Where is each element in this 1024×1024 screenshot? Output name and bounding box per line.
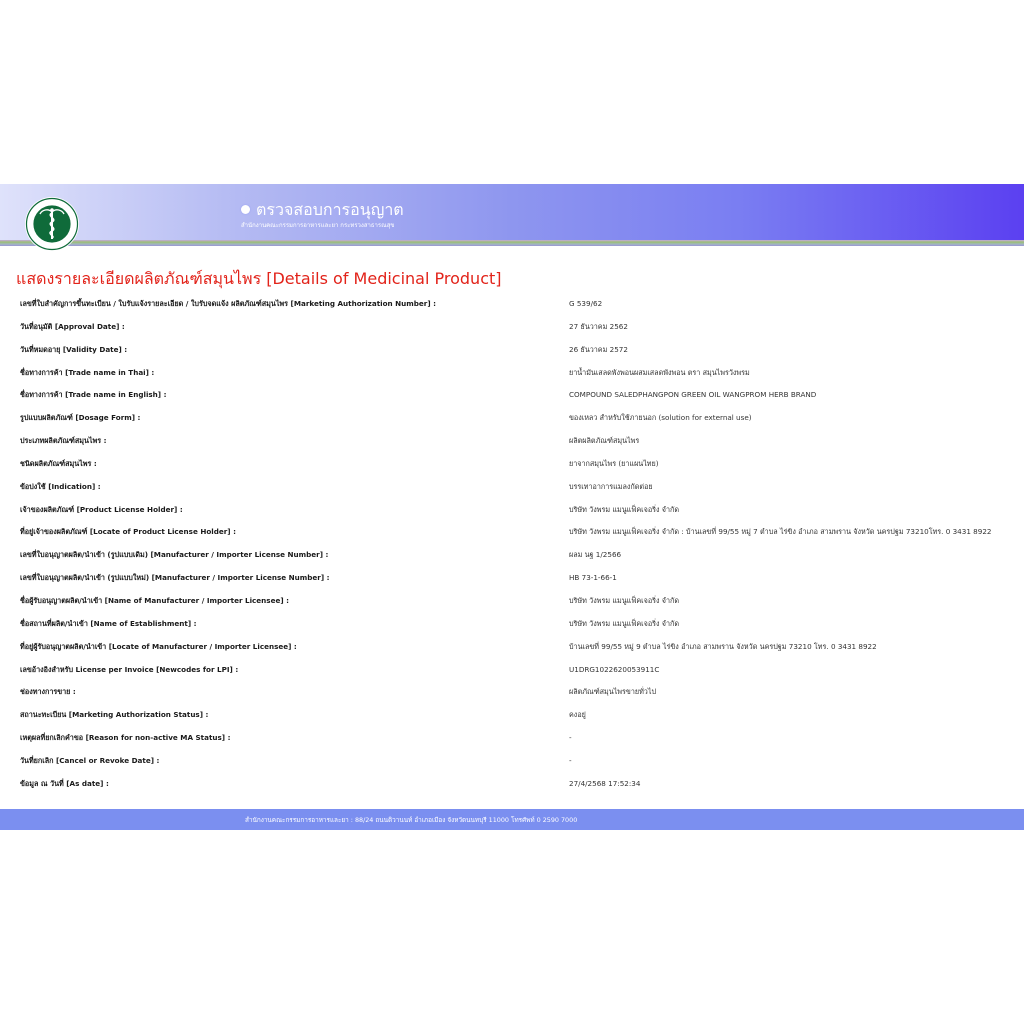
detail-label: วันที่หมดอายุ [Validity Date] : xyxy=(20,344,128,354)
footer-address: สำนักงานคณะกรรมการอาหารและยา : 88/24 ถนน… xyxy=(245,816,578,824)
detail-label: เหตุผลที่ยกเลิกคำขอ [Reason for non-acti… xyxy=(20,733,231,743)
detail-value: บริษัท วังพรม แมนูแฟ็คเจอริ่ง จำกัด xyxy=(569,618,680,628)
detail-row-sales-channel: ช่องทางการขาย : ผลิตภัณฑ์สมุนไพรขายทั่วไ… xyxy=(20,684,1024,707)
detail-row-trade-name-thai: ชื่อทางการค้า [Trade name in Thai] : ยาน… xyxy=(20,365,1024,388)
detail-row-product-category: ประเภทผลิตภัณฑ์สมุนไพร : ผลิตผลิตภัณฑ์สม… xyxy=(20,433,1024,456)
detail-label: วันที่ยกเลิก [Cancel or Revoke Date] : xyxy=(20,755,160,765)
detail-row-indication: ข้อบ่งใช้ [Indication] : บรรเทาอาการแมลง… xyxy=(20,479,1024,502)
page: ตรวจสอบการอนุญาต สำนักงานคณะกรรมการอาหาร… xyxy=(0,0,1024,1024)
detail-label: ชื่อทางการค้า [Trade name in English] : xyxy=(20,390,167,400)
detail-row-dosage-form: รูปแบบผลิตภัณฑ์ [Dosage Form] : ของเหลว … xyxy=(20,410,1024,433)
header-subtitle: สำนักงานคณะกรรมการอาหารและยา กระทรวงสาธา… xyxy=(241,222,395,229)
page-title: แสดงรายละเอียดผลิตภัณฑ์สมุนไพร [Details … xyxy=(16,269,502,288)
detail-row-lpi-code: เลขอ้างอิงสำหรับ License per Invoice [Ne… xyxy=(20,662,1024,685)
detail-label: ข้อมูล ณ วันที่ [As date] : xyxy=(20,778,109,788)
detail-value: - xyxy=(569,755,572,765)
detail-row-license-holder-address: ที่อยู่เจ้าของผลิตภัณฑ์ [Locate of Produ… xyxy=(20,524,1024,547)
detail-value: COMPOUND SALEDPHANGPON GREEN OIL WANGPRO… xyxy=(569,390,817,400)
header-banner xyxy=(0,184,1024,242)
detail-label: ที่อยู่ผู้รับอนุญาตผลิต/นำเข้า [Locate o… xyxy=(20,641,297,651)
detail-row-license-number-new: เลขที่ใบอนุญาตผลิต/นำเข้า (รูปแบบใหม่) [… xyxy=(20,570,1024,593)
detail-row-product-type: ชนิดผลิตภัณฑ์สมุนไพร : ยาจากสมุนไพร (ยาแ… xyxy=(20,456,1024,479)
detail-label: ข้อบ่งใช้ [Indication] : xyxy=(20,481,101,491)
detail-value: ยาน้ำมันเสลดพังพอนผสมเสลดพังพอน ตรา สมุน… xyxy=(569,367,750,377)
detail-label: สถานะทะเบียน [Marketing Authorization St… xyxy=(20,710,209,720)
ministry-seal-icon xyxy=(25,197,79,251)
detail-row-validity-date: วันที่หมดอายุ [Validity Date] : 26 ธันวา… xyxy=(20,342,1024,365)
detail-value: บริษัท วังพรม แมนูแฟ็คเจอริ่ง จำกัด xyxy=(569,504,680,514)
detail-row-license-holder: เจ้าของผลิตภัณฑ์ [Product License Holder… xyxy=(20,502,1024,525)
detail-row-approval-date: วันที่อนุมัติ [Approval Date] : 27 ธันวา… xyxy=(20,319,1024,342)
detail-row-establishment-name: ชื่อสถานที่ผลิต/นำเข้า [Name of Establis… xyxy=(20,616,1024,639)
detail-value: บริษัท วังพรม แมนูแฟ็คเจอริ่ง จำกัด : บ้… xyxy=(569,527,992,537)
detail-value: ผลิตผลิตภัณฑ์สมุนไพร xyxy=(569,436,640,446)
detail-value: ผลิตภัณฑ์สมุนไพรขายทั่วไป xyxy=(569,687,657,697)
detail-label: ชื่อสถานที่ผลิต/นำเข้า [Name of Establis… xyxy=(20,618,197,628)
detail-label: ประเภทผลิตภัณฑ์สมุนไพร : xyxy=(20,436,107,446)
detail-label: ชนิดผลิตภัณฑ์สมุนไพร : xyxy=(20,458,97,468)
detail-row-trade-name-english: ชื่อทางการค้า [Trade name in English] : … xyxy=(20,387,1024,410)
detail-label: เลขอ้างอิงสำหรับ License per Invoice [Ne… xyxy=(20,664,239,674)
detail-label: ชื่อทางการค้า [Trade name in Thai] : xyxy=(20,367,155,377)
detail-value: G 539/62 xyxy=(569,299,603,308)
detail-label: ชื่อผู้รับอนุญาตผลิต/นำเข้า [Name of Man… xyxy=(20,595,289,605)
header-title[interactable]: ตรวจสอบการอนุญาต xyxy=(256,200,404,220)
detail-label: รูปแบบผลิตภัณฑ์ [Dosage Form] : xyxy=(20,413,141,423)
detail-value: ยาจากสมุนไพร (ยาแผนไทย) xyxy=(569,458,659,468)
detail-value: U1DRG1022620053911C xyxy=(569,664,660,674)
detail-row-ma-status: สถานะทะเบียน [Marketing Authorization St… xyxy=(20,707,1024,730)
detail-label: เลขที่ใบสำคัญการขึ้นทะเบียน / ใบรับแจ้งร… xyxy=(20,299,437,308)
detail-value: 26 ธันวาคม 2572 xyxy=(569,344,628,354)
detail-row-license-number-old: เลขที่ใบอนุญาตผลิต/นำเข้า (รูปแบบเดิม) [… xyxy=(20,547,1024,570)
product-details-list: เลขที่ใบสำคัญการขึ้นทะเบียน / ใบรับแจ้งร… xyxy=(20,296,1024,799)
detail-label: วันที่อนุมัติ [Approval Date] : xyxy=(20,321,125,331)
detail-label: ที่อยู่เจ้าของผลิตภัณฑ์ [Locate of Produ… xyxy=(20,527,236,537)
detail-value: บรรเทาอาการแมลงกัดต่อย xyxy=(569,481,653,491)
detail-row-as-date: ข้อมูล ณ วันที่ [As date] : 27/4/2568 17… xyxy=(20,776,1024,799)
detail-value: ของเหลว สำหรับใช้ภายนอก (solution for ex… xyxy=(569,413,752,423)
detail-label: เจ้าของผลิตภัณฑ์ [Product License Holder… xyxy=(20,504,183,514)
detail-label: เลขที่ใบอนุญาตผลิต/นำเข้า (รูปแบบเดิม) [… xyxy=(20,550,329,560)
detail-value: 27/4/2568 17:52:34 xyxy=(569,778,641,788)
detail-value: HB 73-1-66-1 xyxy=(569,573,617,583)
detail-row-manufacturer-name: ชื่อผู้รับอนุญาตผลิต/นำเข้า [Name of Man… xyxy=(20,593,1024,616)
detail-row-cancel-reason: เหตุผลที่ยกเลิกคำขอ [Reason for non-acti… xyxy=(20,730,1024,753)
detail-value: บริษัท วังพรม แมนูแฟ็คเจอริ่ง จำกัด xyxy=(569,595,680,605)
detail-value: คงอยู่ xyxy=(569,710,586,720)
detail-row-manufacturer-address: ที่อยู่ผู้รับอนุญาตผลิต/นำเข้า [Locate o… xyxy=(20,639,1024,662)
header-divider xyxy=(0,240,1024,246)
detail-value: - xyxy=(569,733,572,743)
detail-label: ช่องทางการขาย : xyxy=(20,687,76,697)
header-bullet-icon xyxy=(241,205,250,214)
detail-value: บ้านเลขที่ 99/55 หมู่ 9 ตำบล ไร่ขิง อำเภ… xyxy=(569,641,877,651)
detail-value: 27 ธันวาคม 2562 xyxy=(569,321,628,331)
detail-row-cancel-date: วันที่ยกเลิก [Cancel or Revoke Date] : - xyxy=(20,753,1024,776)
ministry-logo[interactable] xyxy=(24,196,80,252)
detail-label: เลขที่ใบอนุญาตผลิต/นำเข้า (รูปแบบใหม่) [… xyxy=(20,573,330,583)
detail-row-marketing-authorization-number: เลขที่ใบสำคัญการขึ้นทะเบียน / ใบรับแจ้งร… xyxy=(20,296,1024,319)
detail-value: ผลม นฐ 1/2566 xyxy=(569,550,622,560)
